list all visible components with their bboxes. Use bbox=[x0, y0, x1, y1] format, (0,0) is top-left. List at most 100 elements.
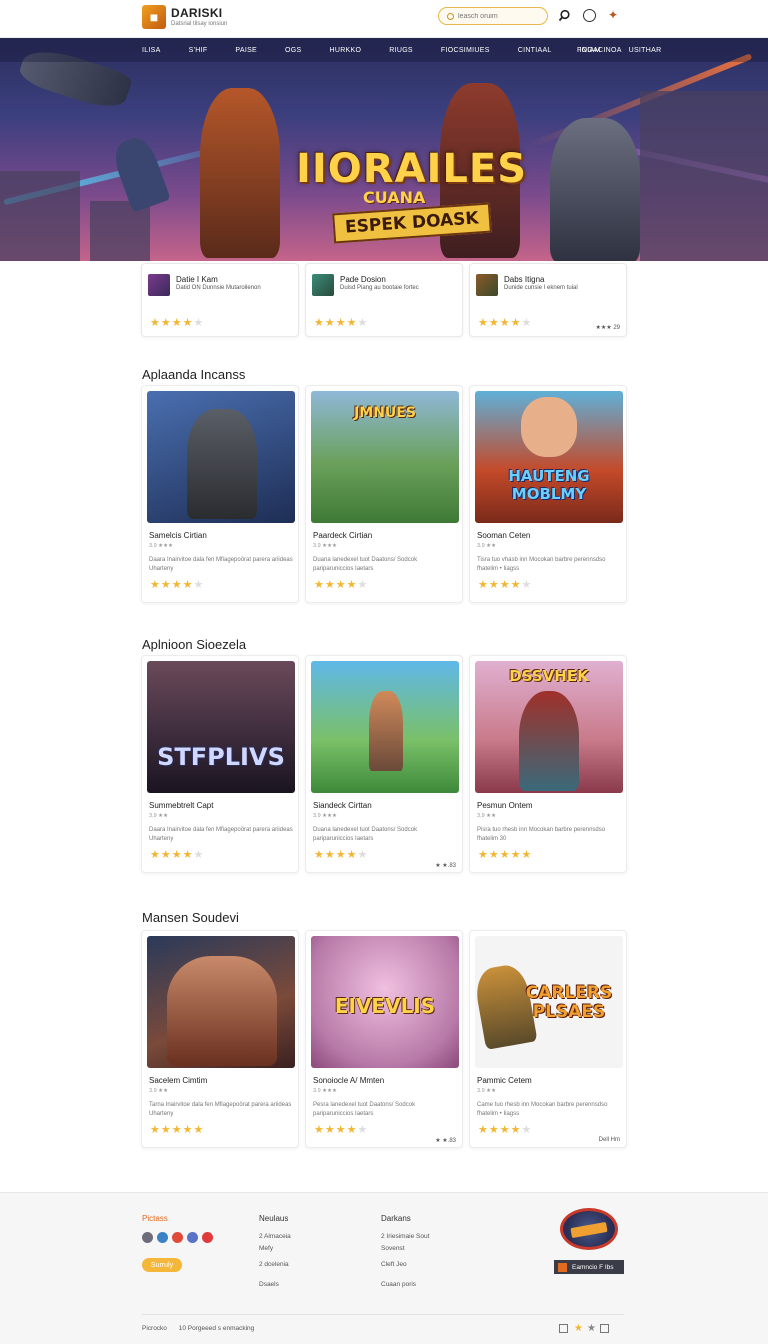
footer-link[interactable]: Sovenst bbox=[381, 1245, 405, 1252]
thumbnail-title: HAUTENG MOBLMY bbox=[508, 467, 590, 503]
star-icon: ★ bbox=[499, 1124, 511, 1136]
featured-title: Pade Dosion bbox=[340, 275, 386, 284]
brand-logo-icon[interactable]: ■ bbox=[142, 5, 166, 29]
game-card[interactable]: STFPLIVS Summebtrelt Capt 3.9 ★★ Daara I… bbox=[141, 655, 299, 873]
star-rating: ★★★★★ bbox=[150, 848, 204, 861]
game-thumbnail[interactable]: EIVEVLIS bbox=[311, 936, 459, 1068]
social-icon[interactable] bbox=[187, 1232, 198, 1243]
star-icon: ★ bbox=[314, 1124, 325, 1136]
game-thumbnail[interactable]: HAUTENG MOBLMY bbox=[475, 391, 623, 523]
game-card[interactable]: Siandeck Cirttan 3.9 ★★★ Duana lanedexel… bbox=[305, 655, 463, 873]
nav-item[interactable]: OGS bbox=[285, 47, 301, 54]
review-count: ★ ★.83 bbox=[435, 863, 456, 869]
hero-banner[interactable]: IIORAILES CUANA ESPEK DOASK bbox=[0, 38, 768, 261]
game-thumbnail[interactable] bbox=[311, 661, 459, 793]
game-card[interactable]: EIVEVLIS Sonoiocle A/ Mmten 3.9 ★★★ Pesr… bbox=[305, 930, 463, 1148]
nav-item[interactable]: S'HIF bbox=[189, 47, 208, 54]
footer-link[interactable]: Cleft Jeo bbox=[381, 1261, 407, 1268]
nav-item[interactable]: PAISE bbox=[235, 47, 257, 54]
social-icon[interactable] bbox=[157, 1232, 168, 1243]
game-card[interactable]: DSSVHEK Pesmun Ontem 3.9 ★★ Pisra tuo rh… bbox=[469, 655, 627, 873]
game-controller-icon[interactable]: ✦ bbox=[608, 9, 621, 22]
game-card[interactable]: Samelcis Cirtian 3.9 ★★★ Daara Inairvito… bbox=[141, 385, 299, 603]
star-icon: ★ bbox=[357, 317, 369, 329]
footer-link[interactable]: Cuaan poris bbox=[381, 1281, 416, 1288]
featured-subtitle: Duisd Piang au bootaie fortec bbox=[340, 285, 419, 291]
game-thumbnail[interactable]: STFPLIVS bbox=[147, 661, 295, 793]
game-card[interactable]: Sacelem Cimtim 3.9 ★★ Tarna Inairvitoe d… bbox=[141, 930, 299, 1148]
brand-tagline: Datsrial tilsay ionsiun bbox=[171, 21, 228, 27]
search-box[interactable] bbox=[438, 7, 548, 25]
footer-link[interactable]: 2 dcelenia bbox=[259, 1261, 289, 1268]
robot-character-graphic bbox=[550, 118, 640, 261]
game-thumbnail[interactable]: JMNUES bbox=[311, 391, 459, 523]
social-icon[interactable] bbox=[202, 1232, 213, 1243]
review-count: ★ ★.83 bbox=[435, 1138, 456, 1144]
star-icon: ★ bbox=[335, 1124, 347, 1136]
footer-divider bbox=[142, 1314, 624, 1315]
nav-item[interactable]: FIOCSIMIUES bbox=[441, 47, 490, 54]
star-icon: ★ bbox=[478, 1124, 489, 1136]
featured-card[interactable]: Pade Dosion Duisd Piang au bootaie forte… bbox=[305, 263, 463, 337]
star-rating: ★★★★★ bbox=[314, 578, 368, 591]
featured-card[interactable]: Datie I Kam Datid ON Dunnsie Mutaroileno… bbox=[141, 263, 299, 337]
profile-icon[interactable] bbox=[583, 9, 596, 22]
star-icon[interactable]: ★ bbox=[574, 1323, 583, 1334]
nav-item[interactable]: FOGACINOA bbox=[577, 47, 622, 54]
game-description: Came tuo rhesb inn Mocokan barbre perenn… bbox=[477, 1102, 608, 1117]
game-description: Pisra tuo rhesb inn Mocokan barbre peren… bbox=[477, 827, 606, 842]
game-thumbnail[interactable] bbox=[147, 391, 295, 523]
star-rating: ★★★★★ bbox=[314, 848, 368, 861]
square-icon[interactable] bbox=[559, 1324, 568, 1333]
avatar bbox=[148, 274, 170, 296]
game-title: Summebtrelt Capt bbox=[149, 801, 214, 810]
social-icon[interactable] bbox=[142, 1232, 153, 1243]
game-thumbnail[interactable] bbox=[147, 936, 295, 1068]
nav-item[interactable]: CINTIAAL bbox=[518, 47, 552, 54]
character-face-graphic bbox=[521, 397, 577, 457]
star-icon: ★ bbox=[324, 579, 336, 591]
game-badge-logo bbox=[560, 1208, 618, 1250]
social-icon[interactable] bbox=[172, 1232, 183, 1243]
subscribe-button[interactable]: Surruly bbox=[142, 1258, 182, 1272]
star-icon: ★ bbox=[478, 579, 489, 591]
star-icon[interactable]: ★ bbox=[587, 1323, 596, 1334]
game-title: Pammic Cetem bbox=[477, 1076, 532, 1085]
star-icon: ★ bbox=[521, 317, 533, 329]
game-meta: 3.9 ★★★ bbox=[149, 543, 173, 549]
star-icon: ★ bbox=[510, 317, 522, 329]
nav-item[interactable]: USITHAR bbox=[629, 47, 662, 54]
nav-item[interactable]: ILISA bbox=[142, 47, 161, 54]
game-card[interactable]: HAUTENG MOBLMY Sooman Ceten 3.9 ★★ Tisra… bbox=[469, 385, 627, 603]
game-thumbnail[interactable]: CARLERS PLSAES bbox=[475, 936, 623, 1068]
footer-link[interactable]: Dsaels bbox=[259, 1281, 279, 1288]
thumbnail-title: EIVEVLIS bbox=[334, 994, 436, 1018]
nav-item[interactable]: RIUGS bbox=[389, 47, 413, 54]
search-input[interactable] bbox=[458, 12, 538, 20]
featured-card[interactable]: Dabs Itigna Dunide cunsie I eknem tuial … bbox=[469, 263, 627, 337]
footer-column-title: Neulaus bbox=[259, 1214, 289, 1223]
square-icon[interactable] bbox=[599, 1324, 609, 1333]
magnifier-icon[interactable] bbox=[558, 9, 571, 22]
game-card[interactable]: JMNUES Paardeck Cirtian 3.9 ★★★ Duana la… bbox=[305, 385, 463, 603]
star-icon: ★ bbox=[324, 317, 336, 329]
star-rating: ★★★★★ bbox=[314, 316, 368, 329]
game-card[interactable]: CARLERS PLSAES Pammic Cetem 3.9 ★★ Came … bbox=[469, 930, 627, 1148]
game-meta: 3.9 ★★ bbox=[477, 813, 497, 819]
footer-link[interactable]: 2 Iriesimaie Sout bbox=[381, 1233, 429, 1240]
footer-link[interactable]: Mefy bbox=[259, 1245, 273, 1252]
contact-button[interactable]: Eamncio F Ibs bbox=[554, 1260, 624, 1274]
nav-item[interactable]: HURKKO bbox=[329, 47, 361, 54]
thumbnail-title: CARLERS PLSAES bbox=[525, 983, 613, 1022]
footer-link[interactable]: 2 Almaceia bbox=[259, 1233, 291, 1240]
footer-icons: ★ ★ bbox=[559, 1323, 615, 1334]
game-meta: 3.9 ★★ bbox=[149, 813, 169, 819]
star-icon: ★ bbox=[335, 579, 347, 591]
game-description: Duana lanedexel tuot Daatons/ Sodcok par… bbox=[313, 557, 418, 572]
star-icon: ★ bbox=[182, 579, 194, 591]
game-thumbnail[interactable]: DSSVHEK bbox=[475, 661, 623, 793]
brand-name[interactable]: DARISKI bbox=[171, 6, 222, 20]
star-icon: ★ bbox=[182, 849, 194, 861]
review-count: ★★★ 29 bbox=[595, 325, 620, 331]
star-icon: ★ bbox=[488, 849, 500, 861]
